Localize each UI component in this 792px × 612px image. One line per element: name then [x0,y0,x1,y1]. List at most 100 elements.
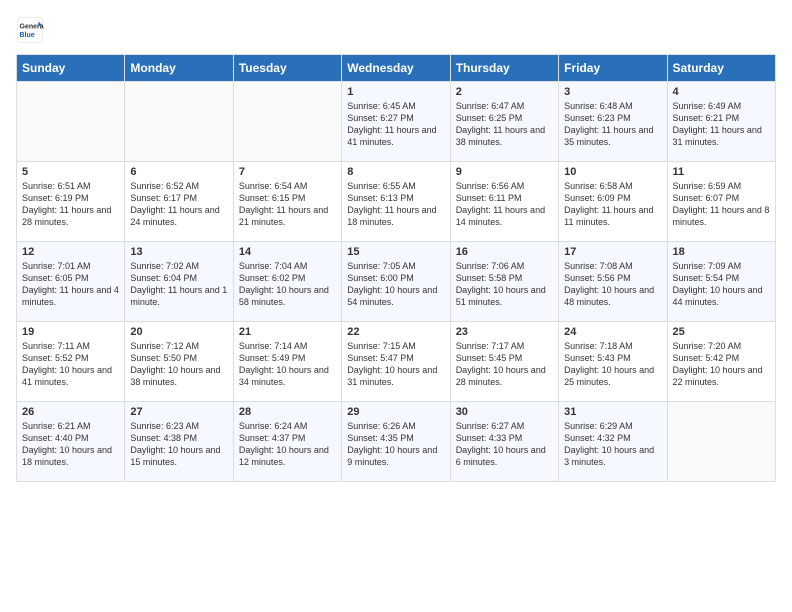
day-content: Sunrise: 7:01 AM Sunset: 6:05 PM Dayligh… [22,260,119,309]
day-number: 2 [456,86,553,98]
calendar-cell [17,82,125,162]
calendar-cell: 6 Sunrise: 6:52 AM Sunset: 6:17 PM Daylig… [125,162,233,242]
day-content: Sunrise: 7:05 AM Sunset: 6:00 PM Dayligh… [347,260,444,309]
day-number: 27 [130,406,227,418]
day-number: 4 [673,86,770,98]
day-number: 21 [239,326,336,338]
logo-icon: General Blue [16,16,44,44]
day-content: Sunrise: 7:06 AM Sunset: 5:58 PM Dayligh… [456,260,553,309]
calendar-cell [233,82,341,162]
day-number: 3 [564,86,661,98]
day-content: Sunrise: 7:08 AM Sunset: 5:56 PM Dayligh… [564,260,661,309]
col-header-saturday: Saturday [667,55,775,82]
calendar-cell: 12Sunrise: 7:01 AM Sunset: 6:05 PM Dayli… [17,242,125,322]
calendar-cell: 1Sunrise: 6:45 AM Sunset: 6:27 PM Daylig… [342,82,450,162]
logo: General Blue [16,16,48,44]
day-content: Sunrise: 7:20 AM Sunset: 5:42 PM Dayligh… [673,340,770,389]
day-number: 6 [130,166,227,178]
day-number: 20 [130,326,227,338]
calendar-cell [125,82,233,162]
calendar-cell: 14 Sunrise: 7:04 AM Sunset: 6:02 PM Dayli… [233,242,341,322]
calendar-header-row: SundayMondayTuesdayWednesdayThursdayFrid… [17,55,776,82]
day-content: Sunrise: 6:26 AM Sunset: 4:35 PM Dayligh… [347,420,444,469]
calendar-cell: 30 Sunrise: 6:27 AM Sunset: 4:33 PM Dayli… [450,402,558,482]
day-content: Sunrise: 7:02 AM Sunset: 6:04 PM Dayligh… [130,260,227,309]
day-number: 25 [673,326,770,338]
day-number: 23 [456,326,553,338]
calendar-cell: 20 Sunrise: 7:12 AM Sunset: 5:50 PM Dayli… [125,322,233,402]
calendar-cell: 25 Sunrise: 7:20 AM Sunset: 5:42 PM Dayli… [667,322,775,402]
calendar-cell: 23 Sunrise: 7:17 AM Sunset: 5:45 PM Dayli… [450,322,558,402]
day-number: 29 [347,406,444,418]
col-header-wednesday: Wednesday [342,55,450,82]
calendar-cell: 5 Sunrise: 6:51 AM Sunset: 6:19 PM Daylig… [17,162,125,242]
calendar-cell: 3 Sunrise: 6:48 AM Sunset: 6:23 PM Daylig… [559,82,667,162]
day-content: Sunrise: 6:23 AM Sunset: 4:38 PM Dayligh… [130,420,227,469]
calendar-cell: 11Sunrise: 6:59 AM Sunset: 6:07 PM Dayli… [667,162,775,242]
day-number: 1 [347,86,444,98]
calendar-cell: 26Sunrise: 6:21 AM Sunset: 4:40 PM Dayli… [17,402,125,482]
day-number: 14 [239,246,336,258]
calendar-cell: 13 Sunrise: 7:02 AM Sunset: 6:04 PM Dayli… [125,242,233,322]
col-header-friday: Friday [559,55,667,82]
calendar-cell: 8 Sunrise: 6:55 AM Sunset: 6:13 PM Daylig… [342,162,450,242]
calendar-cell: 27 Sunrise: 6:23 AM Sunset: 4:38 PM Dayli… [125,402,233,482]
calendar-week-row: 12Sunrise: 7:01 AM Sunset: 6:05 PM Dayli… [17,242,776,322]
day-number: 28 [239,406,336,418]
calendar-cell: 29 Sunrise: 6:26 AM Sunset: 4:35 PM Dayli… [342,402,450,482]
day-number: 13 [130,246,227,258]
col-header-thursday: Thursday [450,55,558,82]
day-content: Sunrise: 6:29 AM Sunset: 4:32 PM Dayligh… [564,420,661,469]
calendar-cell [667,402,775,482]
day-number: 9 [456,166,553,178]
calendar-cell: 9 Sunrise: 6:56 AM Sunset: 6:11 PM Daylig… [450,162,558,242]
day-number: 16 [456,246,553,258]
page-header: General Blue [16,16,776,44]
day-content: Sunrise: 6:55 AM Sunset: 6:13 PM Dayligh… [347,180,444,229]
day-content: Sunrise: 7:12 AM Sunset: 5:50 PM Dayligh… [130,340,227,389]
calendar-week-row: 26Sunrise: 6:21 AM Sunset: 4:40 PM Dayli… [17,402,776,482]
day-content: Sunrise: 7:18 AM Sunset: 5:43 PM Dayligh… [564,340,661,389]
calendar-cell: 28Sunrise: 6:24 AM Sunset: 4:37 PM Dayli… [233,402,341,482]
day-content: Sunrise: 7:04 AM Sunset: 6:02 PM Dayligh… [239,260,336,309]
day-number: 26 [22,406,119,418]
day-number: 31 [564,406,661,418]
day-content: Sunrise: 6:52 AM Sunset: 6:17 PM Dayligh… [130,180,227,229]
day-content: Sunrise: 6:56 AM Sunset: 6:11 PM Dayligh… [456,180,553,229]
day-content: Sunrise: 6:49 AM Sunset: 6:21 PM Dayligh… [673,100,770,149]
calendar-cell: 19 Sunrise: 7:11 AM Sunset: 5:52 PM Dayli… [17,322,125,402]
day-number: 19 [22,326,119,338]
calendar-cell: 15 Sunrise: 7:05 AM Sunset: 6:00 PM Dayli… [342,242,450,322]
calendar-week-row: 1Sunrise: 6:45 AM Sunset: 6:27 PM Daylig… [17,82,776,162]
day-number: 24 [564,326,661,338]
calendar-cell: 16 Sunrise: 7:06 AM Sunset: 5:58 PM Dayli… [450,242,558,322]
day-content: Sunrise: 7:14 AM Sunset: 5:49 PM Dayligh… [239,340,336,389]
day-number: 18 [673,246,770,258]
day-content: Sunrise: 6:54 AM Sunset: 6:15 PM Dayligh… [239,180,336,229]
day-number: 22 [347,326,444,338]
day-content: Sunrise: 6:59 AM Sunset: 6:07 PM Dayligh… [673,180,770,229]
day-content: Sunrise: 6:51 AM Sunset: 6:19 PM Dayligh… [22,180,119,229]
day-number: 10 [564,166,661,178]
day-content: Sunrise: 6:47 AM Sunset: 6:25 PM Dayligh… [456,100,553,149]
col-header-sunday: Sunday [17,55,125,82]
day-number: 8 [347,166,444,178]
day-number: 5 [22,166,119,178]
calendar-cell: 31 Sunrise: 6:29 AM Sunset: 4:32 PM Dayli… [559,402,667,482]
day-content: Sunrise: 6:48 AM Sunset: 6:23 PM Dayligh… [564,100,661,149]
calendar-week-row: 19 Sunrise: 7:11 AM Sunset: 5:52 PM Dayli… [17,322,776,402]
day-content: Sunrise: 7:17 AM Sunset: 5:45 PM Dayligh… [456,340,553,389]
calendar-cell: 7Sunrise: 6:54 AM Sunset: 6:15 PM Daylig… [233,162,341,242]
svg-text:Blue: Blue [20,32,35,39]
calendar-cell: 17Sunrise: 7:08 AM Sunset: 5:56 PM Dayli… [559,242,667,322]
calendar-cell: 24 Sunrise: 7:18 AM Sunset: 5:43 PM Dayli… [559,322,667,402]
day-number: 30 [456,406,553,418]
calendar-cell: 10Sunrise: 6:58 AM Sunset: 6:09 PM Dayli… [559,162,667,242]
day-content: Sunrise: 7:11 AM Sunset: 5:52 PM Dayligh… [22,340,119,389]
day-number: 15 [347,246,444,258]
calendar-cell: 22Sunrise: 7:15 AM Sunset: 5:47 PM Dayli… [342,322,450,402]
col-header-tuesday: Tuesday [233,55,341,82]
col-header-monday: Monday [125,55,233,82]
calendar-cell: 4 Sunrise: 6:49 AM Sunset: 6:21 PM Daylig… [667,82,775,162]
day-content: Sunrise: 6:27 AM Sunset: 4:33 PM Dayligh… [456,420,553,469]
